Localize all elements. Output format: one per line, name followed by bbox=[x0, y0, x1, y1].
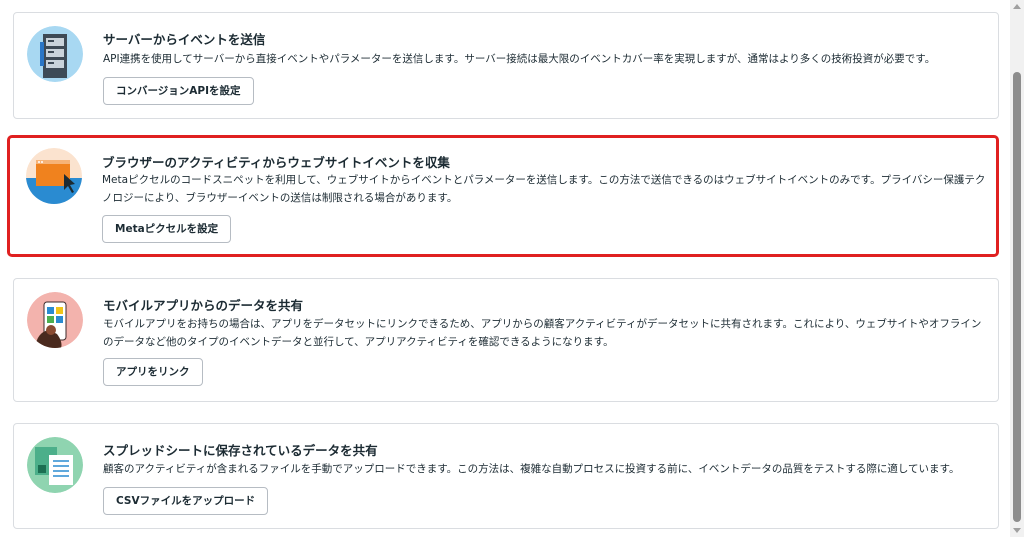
server-illustration-icon bbox=[27, 26, 83, 82]
mobile-app-illustration-icon bbox=[27, 292, 83, 348]
card-mobile-app-data: モバイルアプリからのデータを共有 モバイルアプリをお持ちの場合は、アプリをデータ… bbox=[13, 278, 999, 402]
scroll-down-arrow-icon[interactable] bbox=[1013, 528, 1021, 533]
scroll-up-arrow-icon[interactable] bbox=[1013, 4, 1021, 9]
card-browser-events: ブラウザーのアクティビティからウェブサイトイベントを収集 Metaピクセルのコー… bbox=[7, 135, 999, 257]
card-description: Metaピクセルのコードスニペットを利用して、ウェブサイトからイベントとパラメー… bbox=[102, 174, 986, 204]
upload-csv-button[interactable]: CSVファイルをアップロード bbox=[103, 487, 269, 515]
card-title: モバイルアプリからのデータを共有 bbox=[103, 298, 304, 313]
card-spreadsheet-data: スプレッドシートに保存されているデータを共有 顧客のアクティビティが含まれるファ… bbox=[13, 423, 999, 529]
spreadsheet-illustration-icon bbox=[27, 437, 83, 493]
card-title: スプレッドシートに保存されているデータを共有 bbox=[103, 443, 378, 458]
card-description: 顧客のアクティビティが含まれるファイルを手動でアップロードできます。この方法は、… bbox=[103, 463, 960, 475]
card-server-events: サーバーからイベントを送信 API連携を使用してサーバーから直接イベントやパラメ… bbox=[13, 12, 999, 119]
card-title: ブラウザーのアクティビティからウェブサイトイベントを収集 bbox=[102, 155, 450, 170]
card-description: モバイルアプリをお持ちの場合は、アプリをデータセットにリンクできるため、アプリか… bbox=[103, 318, 982, 348]
browser-pixel-illustration-icon bbox=[26, 148, 82, 204]
conversions-api-setup-button[interactable]: コンバージョンAPIを設定 bbox=[103, 77, 254, 105]
card-description: API連携を使用してサーバーから直接イベントやパラメーターを送信します。サーバー… bbox=[103, 53, 936, 65]
page: サーバーからイベントを送信 API連携を使用してサーバーから直接イベントやパラメ… bbox=[0, 0, 1024, 537]
card-title: サーバーからイベントを送信 bbox=[103, 32, 266, 47]
meta-pixel-setup-button[interactable]: Metaピクセルを設定 bbox=[102, 215, 232, 243]
vertical-scrollbar[interactable] bbox=[1010, 0, 1024, 537]
link-app-button[interactable]: アプリをリンク bbox=[103, 358, 203, 386]
scrollbar-thumb[interactable] bbox=[1013, 72, 1021, 522]
